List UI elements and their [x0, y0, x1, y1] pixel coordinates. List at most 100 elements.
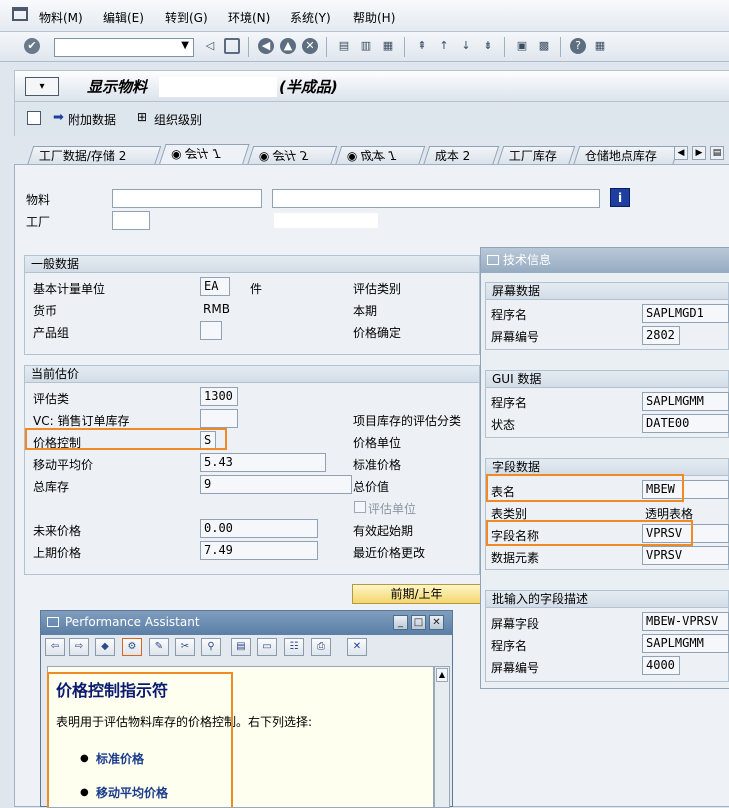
pa-forward-icon[interactable]: ⇨ — [69, 638, 89, 656]
batch-screen-field-label: 屏幕字段 — [491, 617, 540, 631]
tab-storage-location-stock[interactable]: 仓储地点库存 — [572, 146, 680, 166]
batch-screen-number-field[interactable]: 4000 — [642, 656, 680, 675]
batch-screen-field[interactable]: MBEW-VPRSV — [642, 612, 729, 631]
previous-period-button[interactable]: 前期/上年 — [352, 584, 480, 604]
additional-data-button[interactable]: 附加数据 — [68, 111, 116, 128]
tab-accounting-1[interactable]: ◉ 会计 1 — [158, 144, 250, 166]
new-session-icon[interactable]: ▣ — [514, 38, 530, 54]
tab-scroll-left-icon[interactable]: ◀ — [674, 146, 688, 160]
screen-program-label: 程序名 — [491, 308, 528, 322]
product-group-field[interactable] — [200, 321, 222, 340]
project-stock-valuation-label: 项目库存的评估分类 — [353, 414, 462, 428]
previous-price-field[interactable]: 7.49 — [200, 541, 318, 560]
menu-system[interactable]: 系统(Y) — [290, 9, 331, 26]
enter-icon[interactable]: ✔ — [24, 38, 40, 54]
base-uom-label: 基本计量单位 — [33, 282, 106, 296]
pa-settings-icon[interactable]: ✂ — [175, 638, 195, 656]
data-element-field[interactable]: VPRSV — [642, 546, 729, 565]
total-stock-label: 总库存 — [33, 480, 70, 494]
back-arrow-icon[interactable]: ◁ — [202, 38, 218, 54]
base-uom-field[interactable]: EA — [200, 277, 230, 296]
screen-number-field[interactable]: 2802 — [642, 326, 680, 345]
find-icon[interactable]: ▥ — [358, 38, 374, 54]
menu-goto[interactable]: 转到(G) — [165, 9, 208, 26]
plant-field[interactable] — [112, 211, 150, 230]
material-description-field[interactable] — [272, 189, 600, 208]
pa-folder-icon[interactable]: ☷ — [284, 638, 304, 656]
first-page-icon[interactable]: ⇞ — [414, 38, 430, 54]
material-number-field[interactable] — [112, 189, 262, 208]
scroll-up-icon[interactable]: ▲ — [436, 668, 448, 682]
standard-price-label: 标准价格 — [353, 458, 402, 472]
application-toolbar: ➡ 附加数据 ⊞ 组织级别 — [14, 102, 729, 136]
batch-program-field[interactable]: SAPLMGMM — [642, 634, 729, 653]
exit-icon[interactable]: ▲ — [280, 38, 296, 54]
menu-material[interactable]: 物料(M) — [39, 9, 83, 26]
tab-plant-stock[interactable]: 工厂库存 — [496, 146, 576, 166]
tab-list-icon[interactable]: ▤ — [710, 146, 724, 160]
layout-menu-icon[interactable]: ▦ — [592, 38, 608, 54]
pa-index-icon[interactable]: ▤ — [231, 638, 251, 656]
help-content-highlight — [47, 672, 233, 807]
base-uom-text: 件 — [250, 282, 263, 296]
copy-icon[interactable] — [27, 111, 41, 125]
pa-keyboard-icon[interactable]: ▭ — [257, 638, 277, 656]
pa-close-icon[interactable]: ✕ — [347, 638, 367, 656]
pa-back-icon[interactable]: ⇦ — [45, 638, 65, 656]
help-scrollbar[interactable]: ▲ — [434, 666, 450, 808]
plant-label: 工厂 — [26, 215, 51, 229]
tab-scroll-right-icon[interactable]: ▶ — [692, 146, 706, 160]
maximize-icon[interactable]: □ — [411, 615, 426, 630]
minimize-icon[interactable]: _ — [393, 615, 408, 630]
help-icon[interactable]: ? — [570, 38, 586, 54]
price-unit-label: 价格单位 — [353, 436, 402, 450]
pa-print-icon[interactable]: ⎙ — [311, 638, 331, 656]
currency-value: RMB — [203, 302, 230, 316]
back-icon[interactable]: ◀ — [258, 38, 274, 54]
save-icon[interactable] — [224, 38, 240, 54]
window-icon — [47, 617, 59, 627]
page-title: 显示物料 — [87, 78, 148, 96]
pa-technical-info-icon[interactable]: ⚙ — [122, 638, 142, 656]
close-icon[interactable]: ✕ — [429, 615, 444, 630]
find-next-icon[interactable]: ▦ — [380, 38, 396, 54]
valuation-class-label: 评估类 — [33, 392, 70, 406]
future-price-field[interactable]: 0.00 — [200, 519, 318, 538]
org-levels-button[interactable]: 组织级别 — [154, 111, 202, 128]
screen-program-field[interactable]: SAPLMGD1 — [642, 304, 729, 323]
product-group-label: 产品组 — [33, 326, 70, 340]
tab-costing-2[interactable]: 成本 2 — [422, 146, 500, 166]
shortcut-icon[interactable]: ▩ — [536, 38, 552, 54]
menu-environment[interactable]: 环境(N) — [228, 9, 270, 26]
menu-window-icon[interactable] — [12, 7, 28, 21]
currency-label: 货币 — [33, 304, 58, 318]
total-stock-field[interactable]: 9 — [200, 475, 352, 494]
valuation-class-field[interactable]: 1300 — [200, 387, 238, 406]
standard-toolbar: ✔ ▼ ◁ ◀ ▲ ✕ ▤ ▥ ▦ ⇞ ↑ ↓ ⇟ ▣ ▩ ? ▦ — [0, 32, 729, 62]
valuation-unit-label: 评估单位 — [368, 502, 417, 516]
performance-assistant-titlebar: Performance Assistant _ □ ✕ — [41, 611, 452, 635]
pa-book-icon[interactable]: ◆ — [95, 638, 115, 656]
pa-edit-icon[interactable]: ✎ — [149, 638, 169, 656]
gui-status-field[interactable]: DATE00 — [642, 414, 729, 433]
command-field[interactable]: ▼ — [54, 38, 194, 57]
print-icon[interactable]: ▤ — [336, 38, 352, 54]
gui-program-field[interactable]: SAPLMGMM — [642, 392, 729, 411]
tab-plant-storage-2[interactable]: 工厂数据/存储 2 — [26, 146, 162, 166]
last-page-icon[interactable]: ⇟ — [480, 38, 496, 54]
menu-help[interactable]: 帮助(H) — [353, 9, 395, 26]
info-icon[interactable]: i — [610, 188, 630, 207]
future-price-label: 未来价格 — [33, 524, 82, 538]
previous-page-icon[interactable]: ↑ — [436, 38, 452, 54]
cancel-icon[interactable]: ✕ — [302, 38, 318, 54]
tab-accounting-2[interactable]: ◉ 会计 2 — [246, 146, 338, 166]
moving-average-price-field[interactable]: 5.43 — [200, 453, 326, 472]
menu-icon[interactable]: ▾ — [25, 77, 59, 96]
tab-costing-1[interactable]: ◉ 成本 1 — [334, 146, 426, 166]
menu-edit[interactable]: 编辑(E) — [103, 9, 144, 26]
next-page-icon[interactable]: ↓ — [458, 38, 474, 54]
valuation-unit-checkbox[interactable] — [354, 501, 366, 513]
material-label: 物料 — [26, 193, 51, 207]
pa-link-icon[interactable]: ⚲ — [201, 638, 221, 656]
vc-sales-order-stock-field[interactable] — [200, 409, 238, 428]
